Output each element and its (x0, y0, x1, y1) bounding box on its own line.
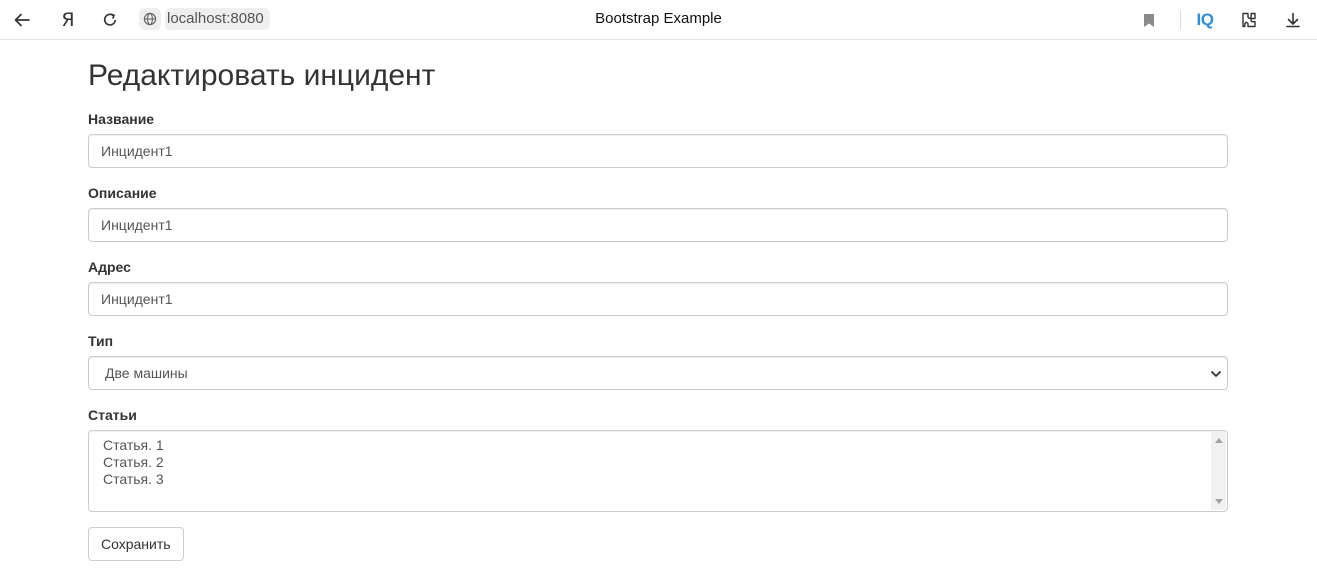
name-group: Название Инцидент1 (88, 109, 1228, 168)
bookmark-icon[interactable] (1137, 8, 1161, 32)
scroll-up-arrow-icon[interactable] (1215, 438, 1223, 443)
type-selected-value: Две машины (105, 365, 188, 381)
name-input[interactable]: Инцидент1 (88, 134, 1228, 168)
description-input[interactable]: Инцидент1 (88, 208, 1228, 242)
chevron-down-icon (1209, 366, 1223, 380)
type-select[interactable]: Две машины (88, 356, 1228, 390)
page-tab-title: Bootstrap Example (595, 10, 722, 27)
name-label: Название (88, 111, 155, 127)
page-container: Редактировать инцидент Название Инцидент… (88, 41, 1228, 561)
articles-option[interactable]: Статья. 1 (103, 437, 1213, 454)
page-title: Редактировать инцидент (88, 59, 436, 92)
articles-option[interactable]: Статья. 2 (103, 454, 1213, 471)
articles-group: Статьи Статья. 1 Статья. 2 Статья. 3 (88, 405, 1228, 512)
save-button[interactable]: Сохранить (88, 527, 184, 561)
type-label: Тип (88, 333, 114, 349)
description-label: Описание (88, 185, 157, 201)
toolbar-divider (1180, 11, 1181, 29)
type-group: Тип Две машины (88, 331, 1228, 390)
address-label: Адрес (88, 259, 131, 275)
download-icon[interactable] (1281, 8, 1305, 32)
address-input[interactable]: Инцидент1 (88, 282, 1228, 316)
articles-scrollbar[interactable] (1211, 432, 1226, 510)
description-group: Описание Инцидент1 (88, 183, 1228, 242)
articles-multiselect[interactable]: Статья. 1 Статья. 2 Статья. 3 (88, 430, 1228, 512)
address-group: Адрес Инцидент1 (88, 257, 1228, 316)
iq-extension-icon[interactable]: IQ (1193, 8, 1217, 32)
articles-option[interactable]: Статья. 3 (103, 471, 1213, 488)
extensions-icon[interactable] (1237, 8, 1261, 32)
scroll-down-arrow-icon[interactable] (1215, 499, 1223, 504)
browser-toolbar: Я localhost:8080 Bootstrap Example IQ (0, 0, 1317, 40)
articles-label: Статьи (88, 407, 137, 423)
